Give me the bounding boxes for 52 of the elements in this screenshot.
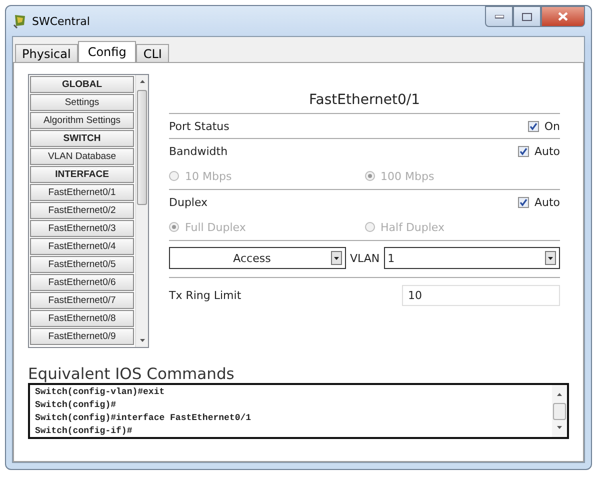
console-line: Switch(config)#interface FastEthernet0/1: [35, 412, 252, 425]
input-field[interactable]: 10: [402, 284, 560, 306]
sidebar-item[interactable]: FastEthernet0/8: [30, 310, 134, 327]
sidebar-item[interactable]: FastEthernet0/7: [30, 292, 134, 309]
checkbox[interactable]: [528, 120, 540, 132]
tab[interactable]: Physical: [15, 44, 78, 62]
sidebar-item[interactable]: FastEthernet0/9: [30, 328, 134, 345]
sidebar-item[interactable]: FastEthernet0/1: [30, 184, 134, 201]
scrollbar[interactable]: [552, 385, 567, 437]
console-line: Switch(config-vlan)#exit: [35, 386, 166, 399]
sidebar-item[interactable]: Algorithm Settings: [30, 112, 134, 129]
scrollbar[interactable]: [135, 75, 148, 347]
close-icon: [558, 12, 568, 21]
sidebar-item[interactable]: FastEthernet0/4: [30, 238, 134, 255]
tab[interactable]: Config: [78, 41, 136, 62]
field-label: Bandwidth: [169, 144, 228, 158]
checkbox[interactable]: [518, 146, 530, 156]
sidebar-item[interactable]: FastEthernet0/3: [30, 220, 134, 237]
sidebar-item[interactable]: FastEthernet0/2: [30, 202, 134, 219]
minimize-icon: [494, 14, 504, 18]
maximize-button[interactable]: [513, 6, 541, 27]
vlan-select[interactable]: 1: [384, 247, 560, 269]
close-button[interactable]: [541, 6, 585, 27]
interface-title: FastEthernet0/1: [169, 92, 560, 114]
sidebar-item[interactable]: FastEthernet0/5: [30, 256, 134, 273]
vlan-label: VLAN: [350, 252, 380, 264]
console-line: Switch(config-if)#: [35, 425, 134, 438]
radio-label: 10 Mbps: [185, 170, 232, 182]
checkbox-label: Auto: [534, 196, 560, 208]
sidebar-header[interactable]: SWITCH: [30, 130, 134, 147]
radio-label: Half Duplex: [380, 220, 445, 234]
console-line: Switch(config)#: [35, 399, 118, 412]
field-label: Port Status: [169, 120, 230, 132]
checkbox[interactable]: [518, 196, 530, 208]
sidebar-header[interactable]: GLOBAL: [30, 76, 134, 93]
minimize-button[interactable]: [485, 6, 513, 27]
app-icon: [12, 13, 28, 29]
window-title: SWCentral: [32, 14, 90, 28]
sidebar-item[interactable]: FastEthernet0/6: [30, 274, 134, 291]
radio-label: 100 Mbps: [380, 170, 434, 182]
checkbox-label: Auto: [534, 144, 560, 158]
field-label: Duplex: [169, 196, 208, 208]
checkbox-label: On: [544, 120, 560, 132]
sidebar-header[interactable]: INTERFACE: [30, 166, 134, 183]
radio-label: Full Duplex: [185, 220, 246, 234]
maximize-icon: [522, 12, 532, 20]
section-title: Equivalent IOS Commands: [28, 366, 236, 383]
mode-select[interactable]: Access: [169, 247, 346, 269]
tab[interactable]: CLI: [136, 44, 169, 62]
sidebar-item[interactable]: Settings: [30, 94, 134, 111]
sidebar-item[interactable]: VLAN Database: [30, 148, 134, 165]
field-label: Tx Ring Limit: [169, 288, 242, 302]
